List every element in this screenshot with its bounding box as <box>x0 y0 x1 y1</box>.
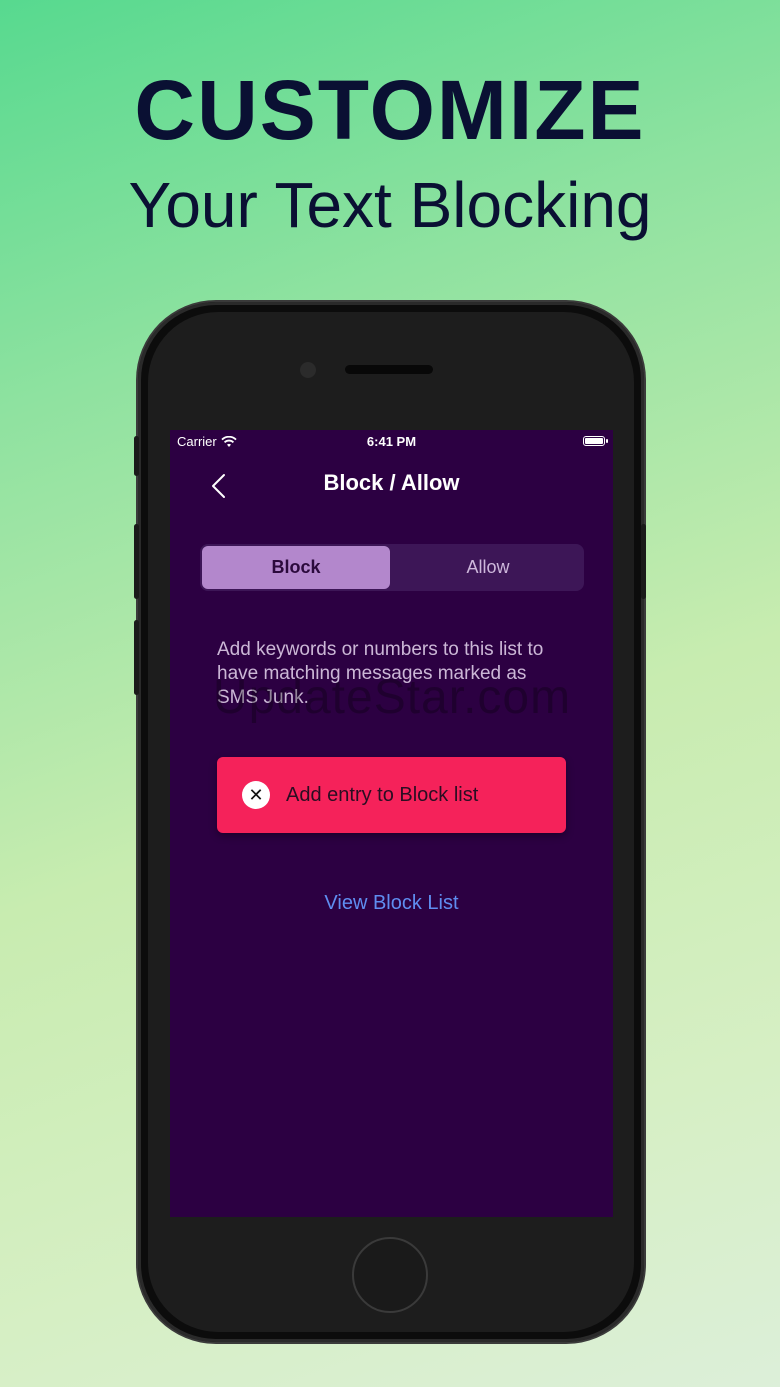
camera-icon <box>300 362 316 378</box>
status-bar: Carrier 6:41 PM <box>170 430 613 454</box>
app-screen: Carrier 6:41 PM Block / Allow Block Allo… <box>170 430 613 1217</box>
status-time: 6:41 PM <box>366 434 417 449</box>
battery-icon <box>583 436 608 446</box>
navigation-bar: Block / Allow <box>170 466 613 506</box>
watermark-text: UpdateStar.com <box>212 671 572 724</box>
add-entry-button[interactable]: ✕ Add entry to Block list <box>217 757 566 833</box>
page-title: Block / Allow <box>323 470 460 495</box>
block-allow-segmented-control: Block Allow <box>200 544 584 591</box>
power-button <box>641 524 646 599</box>
segment-block[interactable]: Block <box>202 546 390 589</box>
segment-allow[interactable]: Allow <box>394 546 582 589</box>
add-entry-label: Add entry to Block list <box>286 783 479 806</box>
volume-down-button <box>134 620 139 695</box>
headline-subtitle: Your Text Blocking <box>128 169 652 241</box>
close-circle-icon: ✕ <box>242 781 270 809</box>
home-button[interactable] <box>352 1237 428 1313</box>
headline-title: CUSTOMIZE <box>134 63 646 157</box>
volume-up-button <box>134 524 139 599</box>
speaker-grille <box>345 365 433 374</box>
mute-switch <box>134 436 139 476</box>
view-block-list-link[interactable]: View Block List <box>170 892 613 915</box>
